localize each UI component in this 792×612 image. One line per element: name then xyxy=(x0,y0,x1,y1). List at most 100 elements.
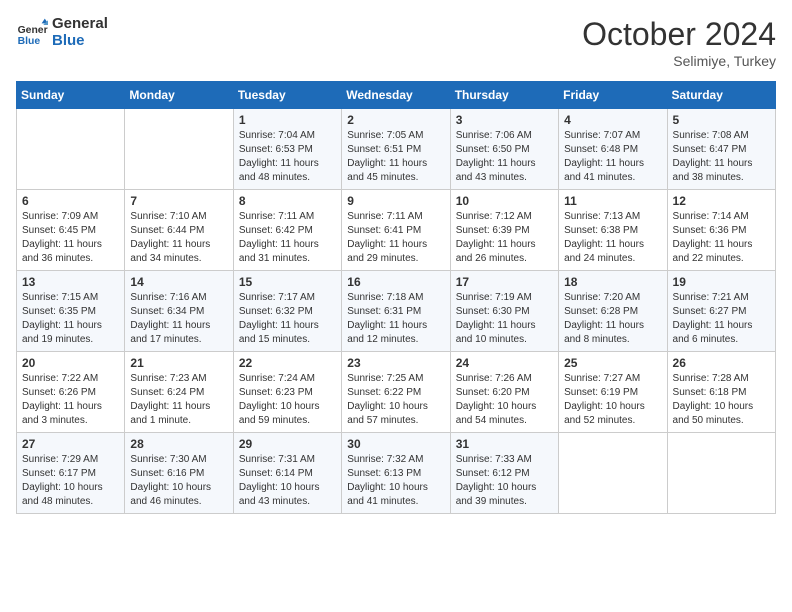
calendar-cell: 25Sunrise: 7:27 AM Sunset: 6:19 PM Dayli… xyxy=(559,352,667,433)
dow-header: Saturday xyxy=(667,82,775,109)
calendar-cell: 17Sunrise: 7:19 AM Sunset: 6:30 PM Dayli… xyxy=(450,271,558,352)
day-number: 18 xyxy=(564,275,661,289)
calendar-cell: 16 Sunrise: 7:18 AM Sunset: 6:31 PM Dayli… xyxy=(342,271,450,352)
cell-content: Sunrise: 7:31 AM Sunset: 6:14 PM Dayligh… xyxy=(239,453,336,509)
cell-content: Sunrise: 7:05 AM Sunset: 6:51 PM Dayligh… xyxy=(347,129,444,185)
title-block: October 2024 Selimiye, Turkey xyxy=(582,16,776,69)
cell-content: Sunrise: 7:11 AM Sunset: 6:42 PM Dayligh… xyxy=(239,210,336,266)
calendar-cell: 6Sunrise: 7:09 AM Sunset: 6:45 PM Daylig… xyxy=(17,190,125,271)
calendar-cell: 11 Sunrise: 7:13 AM Sunset: 6:38 PM Dayli… xyxy=(559,190,667,271)
day-number: 15 xyxy=(239,275,336,289)
page-header: General Blue General Blue October 2024 S… xyxy=(16,16,776,69)
logo-icon: General Blue xyxy=(16,17,48,49)
calendar-cell: 2Sunrise: 7:05 AM Sunset: 6:51 PM Daylig… xyxy=(342,109,450,190)
cell-content: Sunrise: 7:13 AM Sunset: 6:38 PM Dayligh… xyxy=(564,210,661,266)
calendar-cell: 10Sunrise: 7:12 AM Sunset: 6:39 PM Dayli… xyxy=(450,190,558,271)
cell-content: Sunrise: 7:17 AM Sunset: 6:32 PM Dayligh… xyxy=(239,291,336,347)
cell-content: Sunrise: 7:04 AM Sunset: 6:53 PM Dayligh… xyxy=(239,129,336,185)
calendar-cell: 21 Sunrise: 7:23 AM Sunset: 6:24 PM Dayli… xyxy=(125,352,233,433)
day-number: 21 xyxy=(130,356,227,370)
day-number: 14 xyxy=(130,275,227,289)
calendar-week-row: 27 Sunrise: 7:29 AM Sunset: 6:17 PM Dayli… xyxy=(17,433,776,514)
calendar-cell: 13Sunrise: 7:15 AM Sunset: 6:35 PM Dayli… xyxy=(17,271,125,352)
day-number: 10 xyxy=(456,194,553,208)
cell-content: Sunrise: 7:26 AM Sunset: 6:20 PM Dayligh… xyxy=(456,372,553,428)
day-number: 12 xyxy=(673,194,770,208)
cell-content: Sunrise: 7:14 AM Sunset: 6:36 PM Dayligh… xyxy=(673,210,770,266)
calendar-cell: 22Sunrise: 7:24 AM Sunset: 6:23 PM Dayli… xyxy=(233,352,341,433)
dow-header: Friday xyxy=(559,82,667,109)
day-number: 5 xyxy=(673,113,770,127)
cell-content: Sunrise: 7:22 AM Sunset: 6:26 PM Dayligh… xyxy=(22,372,119,428)
cell-content: Sunrise: 7:24 AM Sunset: 6:23 PM Dayligh… xyxy=(239,372,336,428)
cell-content: Sunrise: 7:06 AM Sunset: 6:50 PM Dayligh… xyxy=(456,129,553,185)
calendar-cell: 14 Sunrise: 7:16 AM Sunset: 6:34 PM Dayli… xyxy=(125,271,233,352)
day-number: 23 xyxy=(347,356,444,370)
cell-content: Sunrise: 7:09 AM Sunset: 6:45 PM Dayligh… xyxy=(22,210,119,266)
day-number: 26 xyxy=(673,356,770,370)
calendar-cell: 9Sunrise: 7:11 AM Sunset: 6:41 PM Daylig… xyxy=(342,190,450,271)
month-title: October 2024 xyxy=(582,16,776,53)
cell-content: Sunrise: 7:32 AM Sunset: 6:13 PM Dayligh… xyxy=(347,453,444,509)
dow-header: Tuesday xyxy=(233,82,341,109)
day-number: 29 xyxy=(239,437,336,451)
day-number: 24 xyxy=(456,356,553,370)
day-number: 27 xyxy=(22,437,119,451)
logo-text: General Blue xyxy=(52,16,108,49)
calendar-cell xyxy=(17,109,125,190)
calendar-cell: 27 Sunrise: 7:29 AM Sunset: 6:17 PM Dayli… xyxy=(17,433,125,514)
dow-header: Monday xyxy=(125,82,233,109)
cell-content: Sunrise: 7:30 AM Sunset: 6:16 PM Dayligh… xyxy=(130,453,227,509)
day-number: 3 xyxy=(456,113,553,127)
cell-content: Sunrise: 7:10 AM Sunset: 6:44 PM Dayligh… xyxy=(130,210,227,266)
cell-content: Sunrise: 7:23 AM Sunset: 6:24 PM Dayligh… xyxy=(130,372,227,428)
cell-content: Sunrise: 7:11 AM Sunset: 6:41 PM Dayligh… xyxy=(347,210,444,266)
cell-content: Sunrise: 7:20 AM Sunset: 6:28 PM Dayligh… xyxy=(564,291,661,347)
calendar-cell xyxy=(667,433,775,514)
calendar-cell: 3 Sunrise: 7:06 AM Sunset: 6:50 PM Daylig… xyxy=(450,109,558,190)
svg-text:General: General xyxy=(18,25,48,36)
day-number: 20 xyxy=(22,356,119,370)
logo: General Blue General Blue xyxy=(16,16,108,49)
day-number: 11 xyxy=(564,194,661,208)
day-number: 16 xyxy=(347,275,444,289)
day-number: 30 xyxy=(347,437,444,451)
calendar-cell: 4 Sunrise: 7:07 AM Sunset: 6:48 PM Daylig… xyxy=(559,109,667,190)
calendar-body: 1 Sunrise: 7:04 AM Sunset: 6:53 PM Daylig… xyxy=(17,109,776,514)
calendar-cell: 15 Sunrise: 7:17 AM Sunset: 6:32 PM Dayli… xyxy=(233,271,341,352)
cell-content: Sunrise: 7:16 AM Sunset: 6:34 PM Dayligh… xyxy=(130,291,227,347)
day-number: 25 xyxy=(564,356,661,370)
calendar-cell: 1 Sunrise: 7:04 AM Sunset: 6:53 PM Daylig… xyxy=(233,109,341,190)
calendar-table: SundayMondayTuesdayWednesdayThursdayFrid… xyxy=(16,81,776,514)
cell-content: Sunrise: 7:07 AM Sunset: 6:48 PM Dayligh… xyxy=(564,129,661,185)
dow-header: Wednesday xyxy=(342,82,450,109)
location: Selimiye, Turkey xyxy=(582,53,776,69)
calendar-cell: 19Sunrise: 7:21 AM Sunset: 6:27 PM Dayli… xyxy=(667,271,775,352)
dow-header: Sunday xyxy=(17,82,125,109)
calendar-week-row: 13Sunrise: 7:15 AM Sunset: 6:35 PM Dayli… xyxy=(17,271,776,352)
cell-content: Sunrise: 7:28 AM Sunset: 6:18 PM Dayligh… xyxy=(673,372,770,428)
cell-content: Sunrise: 7:15 AM Sunset: 6:35 PM Dayligh… xyxy=(22,291,119,347)
cell-content: Sunrise: 7:33 AM Sunset: 6:12 PM Dayligh… xyxy=(456,453,553,509)
cell-content: Sunrise: 7:21 AM Sunset: 6:27 PM Dayligh… xyxy=(673,291,770,347)
calendar-cell: 18 Sunrise: 7:20 AM Sunset: 6:28 PM Dayli… xyxy=(559,271,667,352)
cell-content: Sunrise: 7:08 AM Sunset: 6:47 PM Dayligh… xyxy=(673,129,770,185)
calendar-cell: 23 Sunrise: 7:25 AM Sunset: 6:22 PM Dayli… xyxy=(342,352,450,433)
cell-content: Sunrise: 7:29 AM Sunset: 6:17 PM Dayligh… xyxy=(22,453,119,509)
calendar-cell: 24 Sunrise: 7:26 AM Sunset: 6:20 PM Dayli… xyxy=(450,352,558,433)
calendar-cell: 26 Sunrise: 7:28 AM Sunset: 6:18 PM Dayli… xyxy=(667,352,775,433)
day-number: 1 xyxy=(239,113,336,127)
day-number: 4 xyxy=(564,113,661,127)
calendar-cell: 7Sunrise: 7:10 AM Sunset: 6:44 PM Daylig… xyxy=(125,190,233,271)
calendar-cell: 20 Sunrise: 7:22 AM Sunset: 6:26 PM Dayli… xyxy=(17,352,125,433)
calendar-cell: 28Sunrise: 7:30 AM Sunset: 6:16 PM Dayli… xyxy=(125,433,233,514)
cell-content: Sunrise: 7:18 AM Sunset: 6:31 PM Dayligh… xyxy=(347,291,444,347)
day-number: 31 xyxy=(456,437,553,451)
day-number: 8 xyxy=(239,194,336,208)
calendar-cell xyxy=(125,109,233,190)
cell-content: Sunrise: 7:25 AM Sunset: 6:22 PM Dayligh… xyxy=(347,372,444,428)
calendar-cell: 30 Sunrise: 7:32 AM Sunset: 6:13 PM Dayli… xyxy=(342,433,450,514)
svg-text:Blue: Blue xyxy=(18,36,41,47)
days-of-week-row: SundayMondayTuesdayWednesdayThursdayFrid… xyxy=(17,82,776,109)
calendar-cell: 5 Sunrise: 7:08 AM Sunset: 6:47 PM Daylig… xyxy=(667,109,775,190)
